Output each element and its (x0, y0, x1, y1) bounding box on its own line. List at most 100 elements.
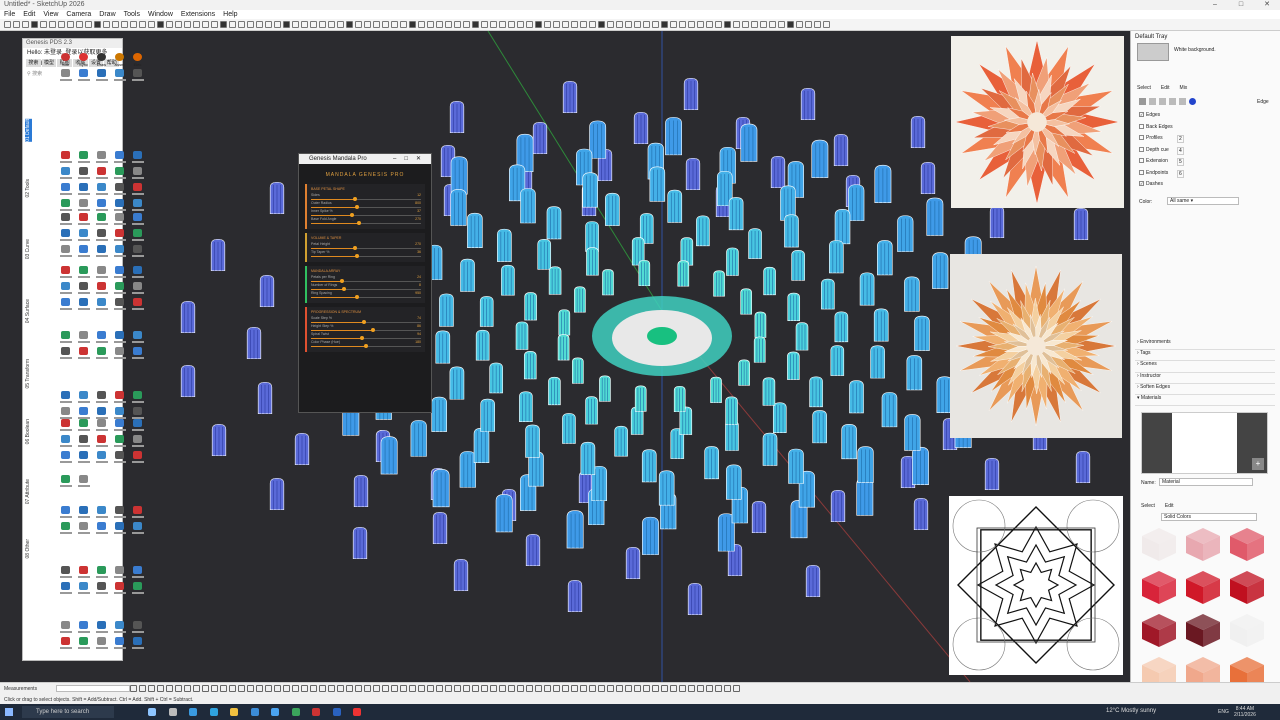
plugin-tool-button[interactable] (75, 506, 92, 520)
plugin-tool-button[interactable] (111, 69, 128, 83)
bottom-toolbar-icon[interactable] (175, 685, 182, 692)
bottom-toolbar-icon[interactable] (481, 685, 488, 692)
plugin-tool-button[interactable] (111, 435, 128, 449)
material-swatch[interactable] (1227, 611, 1267, 650)
bottom-toolbar-icon[interactable] (130, 685, 137, 692)
toolbar-tool-icon[interactable] (544, 21, 551, 28)
bottom-toolbar-icon[interactable] (427, 685, 434, 692)
toolbar-tool-icon[interactable] (616, 21, 623, 28)
menu-window[interactable]: Window (148, 10, 173, 19)
toolbar-tool-icon[interactable] (229, 21, 236, 28)
edge-option-value[interactable]: 4 (1177, 146, 1184, 155)
plugin-tool-button[interactable] (129, 391, 146, 405)
plugin-tool-button[interactable] (93, 151, 110, 165)
plugin-vertical-tab[interactable]: 01 Default (25, 119, 32, 142)
plugin-tool-button[interactable] (93, 566, 110, 580)
plugin-tab[interactable]: 模型 (41, 59, 57, 67)
plugin-tool-button[interactable] (129, 637, 146, 651)
bottom-toolbar-icon[interactable] (247, 685, 254, 692)
plugin-tool-button[interactable] (129, 69, 146, 83)
bottom-toolbar-icon[interactable] (400, 685, 407, 692)
plugin-tool-button[interactable] (75, 229, 92, 243)
plugin-tool-button[interactable] (75, 167, 92, 181)
plugin-tool-button[interactable] (129, 199, 146, 213)
toolbar-tool-icon[interactable] (481, 21, 488, 28)
toolbar-tool-icon[interactable] (652, 21, 659, 28)
material-swatch[interactable] (1227, 525, 1267, 564)
create-material-button[interactable]: + (1252, 458, 1264, 470)
bottom-toolbar-icon[interactable] (328, 685, 335, 692)
bottom-toolbar-icon[interactable] (301, 685, 308, 692)
plugin-tool-button[interactable] (75, 266, 92, 280)
plugin-tool-button[interactable] (57, 621, 74, 635)
slider-handle[interactable] (355, 295, 360, 299)
tray-panel-header[interactable]: › Instructor (1135, 373, 1275, 384)
toolbar-tool-icon[interactable] (553, 21, 560, 28)
plugin-tool-button[interactable] (111, 151, 128, 165)
bottom-toolbar-icon[interactable] (526, 685, 533, 692)
plugin-tool-button[interactable] (93, 347, 110, 361)
taskbar-app-icon[interactable] (291, 708, 300, 716)
bottom-toolbar-icon[interactable] (310, 685, 317, 692)
plugin-vertical-tab[interactable]: 08 Other (25, 539, 32, 558)
tray-panel-header[interactable]: › Tags (1135, 350, 1275, 362)
toolbar-tool-icon[interactable] (823, 21, 830, 28)
toolbar-tool-icon[interactable] (58, 21, 65, 28)
bottom-toolbar-icon[interactable] (202, 685, 209, 692)
toolbar-tool-icon[interactable] (724, 21, 731, 28)
toolbar-tool-icon[interactable] (778, 21, 785, 28)
material-name-input[interactable]: Material (1159, 478, 1253, 486)
plugin-tool-button[interactable] (75, 522, 92, 536)
toolbar-tool-icon[interactable] (283, 21, 290, 28)
bottom-toolbar-icon[interactable] (733, 685, 740, 692)
toolbar-tool-icon[interactable] (139, 21, 146, 28)
bottom-toolbar-icon[interactable] (184, 685, 191, 692)
plugin-tool-button[interactable] (93, 69, 110, 83)
bottom-toolbar-icon[interactable] (562, 685, 569, 692)
plugin-tool-button[interactable] (75, 621, 92, 635)
plugin-tool-button[interactable] (129, 435, 146, 449)
plugin-tool-button[interactable] (75, 199, 92, 213)
plugin-tool-button[interactable] (57, 282, 74, 296)
style-tab[interactable]: Select (1137, 85, 1151, 91)
bottom-toolbar-icon[interactable] (652, 685, 659, 692)
plugin-tool-button[interactable] (111, 183, 128, 197)
plugin-tool-button[interactable] (129, 266, 146, 280)
plugin-tool-button[interactable] (75, 391, 92, 405)
toolbar-tool-icon[interactable] (76, 21, 83, 28)
bottom-toolbar-icon[interactable] (409, 685, 416, 692)
toolbar-tool-icon[interactable] (346, 21, 353, 28)
plugin-tool-button[interactable] (93, 282, 110, 296)
bottom-toolbar-icon[interactable] (418, 685, 425, 692)
plugin-tool-button[interactable] (93, 506, 110, 520)
taskbar-app-icon[interactable] (209, 708, 218, 716)
plugin-tool-button[interactable] (75, 475, 92, 489)
toolbar-tool-icon[interactable] (175, 21, 182, 28)
plugin-tool-button[interactable] (93, 183, 110, 197)
bottom-toolbar-icon[interactable] (490, 685, 497, 692)
toolbar-tool-icon[interactable] (94, 21, 101, 28)
plugin-tool-button[interactable] (75, 151, 92, 165)
toolbar-tool-icon[interactable] (499, 21, 506, 28)
plugin-tool-button[interactable] (111, 331, 128, 345)
plugin-tool-button[interactable] (129, 331, 146, 345)
bottom-toolbar-icon[interactable] (193, 685, 200, 692)
toolbar-tool-icon[interactable] (733, 21, 740, 28)
plugin-vertical-tab[interactable]: 04 Surface (25, 299, 32, 323)
plugin-tool-button[interactable] (111, 506, 128, 520)
taskbar-app-icon[interactable] (148, 708, 156, 716)
edge-checkbox[interactable]: ✓ (1139, 112, 1144, 118)
toolbar-tool-icon[interactable] (103, 21, 110, 28)
plugin-tool-button[interactable] (93, 167, 110, 181)
plugin-tool-button[interactable] (57, 419, 74, 433)
toolbar-tool-icon[interactable] (418, 21, 425, 28)
bottom-toolbar-icon[interactable] (292, 685, 299, 692)
plugin-tool-button[interactable] (57, 451, 74, 465)
bottom-toolbar-icon[interactable] (319, 685, 326, 692)
plugin-tool-button[interactable] (75, 245, 92, 259)
toolbar-tool-icon[interactable] (22, 21, 29, 28)
plugin-tool-button[interactable] (111, 199, 128, 213)
taskbar-app-icon[interactable] (271, 708, 279, 716)
bottom-toolbar-icon[interactable] (607, 685, 614, 692)
plugin-tool-button[interactable] (93, 419, 110, 433)
